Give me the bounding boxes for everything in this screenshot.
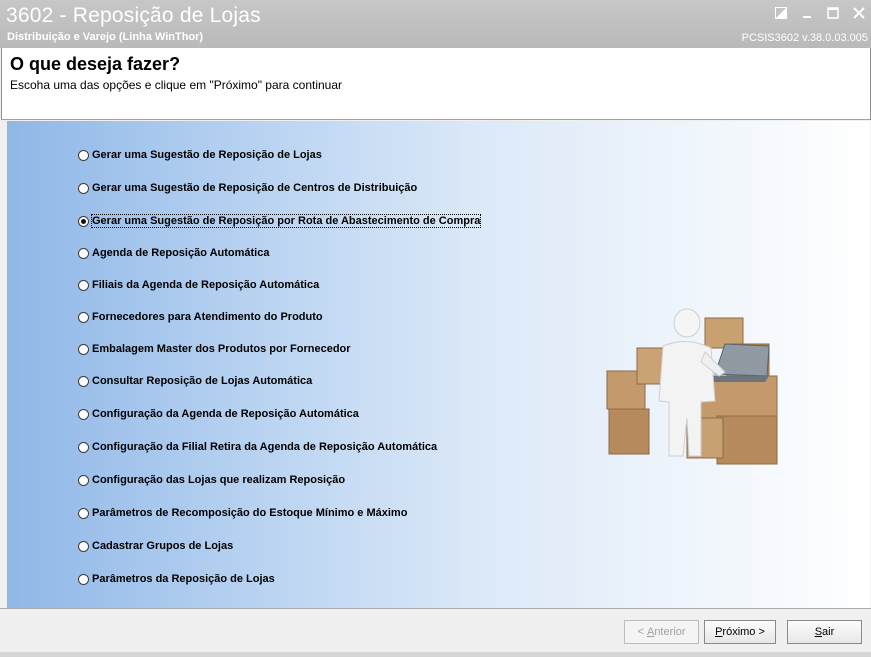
option-label: Gerar uma Sugestão de Reposição de Centr… — [92, 182, 418, 194]
radio-button[interactable] — [78, 408, 89, 420]
option-label: Fornecedores para Atendimento do Produto — [92, 311, 323, 323]
wizard-footer: < Anterior Próximo > Sair — [0, 608, 871, 657]
radio-button[interactable] — [78, 149, 89, 161]
option-radio-5[interactable]: Filiais da Agenda de Reposição Automátic… — [78, 279, 319, 291]
radio-button[interactable] — [78, 311, 89, 323]
option-radio-2[interactable]: Gerar uma Sugestão de Reposição de Centr… — [78, 182, 417, 194]
option-radio-1[interactable]: Gerar uma Sugestão de Reposição de Lojas — [78, 149, 322, 161]
edit-window-icon[interactable] — [773, 5, 789, 21]
page-title: O que deseja fazer? — [10, 54, 181, 74]
radio-button[interactable] — [78, 573, 89, 585]
radio-button[interactable] — [78, 215, 89, 227]
option-radio-6[interactable]: Fornecedores para Atendimento do Produto — [78, 311, 323, 323]
window-controls — [773, 5, 867, 21]
option-label: Agenda de Reposição Automática — [92, 247, 270, 259]
window-bottom-border — [0, 652, 871, 657]
radio-button[interactable] — [78, 247, 89, 259]
radio-button[interactable] — [78, 474, 89, 486]
back-button[interactable]: < Anterior — [624, 620, 699, 644]
next-button[interactable]: Próximo > — [704, 620, 776, 644]
option-radio-13[interactable]: Cadastrar Grupos de Lojas — [78, 540, 233, 552]
exit-button-label: air — [822, 626, 835, 638]
option-radio-9[interactable]: Configuração da Agenda de Reposição Auto… — [78, 408, 359, 420]
option-label: Gerar uma Sugestão de Reposição de Lojas — [92, 149, 322, 161]
radio-button[interactable] — [78, 182, 89, 194]
app-window: 3602 - Reposição de Lojas Distribuição e… — [0, 0, 871, 657]
option-label: Embalagem Master dos Produtos por Fornec… — [92, 343, 351, 355]
back-button-label: nterior — [654, 626, 686, 638]
close-icon[interactable] — [851, 5, 867, 21]
page-instruction: Escoha uma das opções e clique em "Próxi… — [10, 78, 343, 92]
radio-button[interactable] — [78, 441, 89, 453]
option-label: Consultar Reposição de Lojas Automática — [92, 375, 313, 387]
radio-button[interactable] — [78, 507, 89, 519]
option-label: Configuração da Filial Retira da Agenda … — [92, 441, 438, 453]
option-label: Cadastrar Grupos de Lojas — [92, 540, 234, 552]
next-button-key: P — [715, 626, 723, 638]
radio-button[interactable] — [78, 375, 89, 387]
option-label: Filiais da Agenda de Reposição Automátic… — [92, 279, 320, 291]
maximize-icon[interactable] — [825, 5, 841, 21]
window-title: 3602 - Reposição de Lojas — [6, 4, 261, 27]
option-radio-14[interactable]: Parâmetros da Reposição de Lojas — [78, 573, 275, 585]
radio-button[interactable] — [78, 279, 89, 291]
exit-button[interactable]: Sair — [787, 620, 862, 644]
option-radio-7[interactable]: Embalagem Master dos Produtos por Fornec… — [78, 343, 351, 355]
option-radio-10[interactable]: Configuração da Filial Retira da Agenda … — [78, 441, 437, 453]
header-divider — [1, 119, 870, 120]
version-label: PCSIS3602 v.38.0.03.005 — [741, 32, 868, 44]
radio-button[interactable] — [78, 540, 89, 552]
option-radio-11[interactable]: Configuração das Lojas que realizam Repo… — [78, 474, 345, 486]
option-radio-12[interactable]: Parâmetros de Recomposição do Estoque Mí… — [78, 507, 407, 519]
option-label: Configuração da Agenda de Reposição Auto… — [92, 408, 359, 420]
options-panel: Gerar uma Sugestão de Reposição de Lojas… — [7, 121, 870, 608]
wizard-header: O que deseja fazer? Escoha uma das opçõe… — [1, 48, 871, 120]
warehouse-worker-illustration — [606, 308, 778, 465]
option-radio-3[interactable]: Gerar uma Sugestão de Reposição por Rota… — [78, 214, 482, 228]
next-button-label: róximo > — [722, 626, 765, 638]
option-label: Configuração das Lojas que realizam Repo… — [92, 474, 346, 486]
back-button-prefix: < — [637, 626, 647, 638]
option-label: Parâmetros de Recomposição do Estoque Mí… — [92, 507, 408, 519]
back-button-key: A — [646, 626, 655, 638]
option-label: Gerar uma Sugestão de Reposição por Rota… — [90, 214, 482, 228]
option-radio-4[interactable]: Agenda de Reposição Automática — [78, 247, 269, 259]
window-subtitle: Distribuição e Varejo (Linha WinThor) — [7, 31, 204, 43]
option-radio-8[interactable]: Consultar Reposição de Lojas Automática — [78, 375, 312, 387]
option-label: Parâmetros da Reposição de Lojas — [92, 573, 275, 585]
title-bar[interactable]: 3602 - Reposição de Lojas Distribuição e… — [0, 0, 871, 48]
radio-button[interactable] — [78, 343, 89, 355]
minimize-icon[interactable] — [799, 5, 815, 21]
exit-button-key: S — [814, 626, 823, 638]
